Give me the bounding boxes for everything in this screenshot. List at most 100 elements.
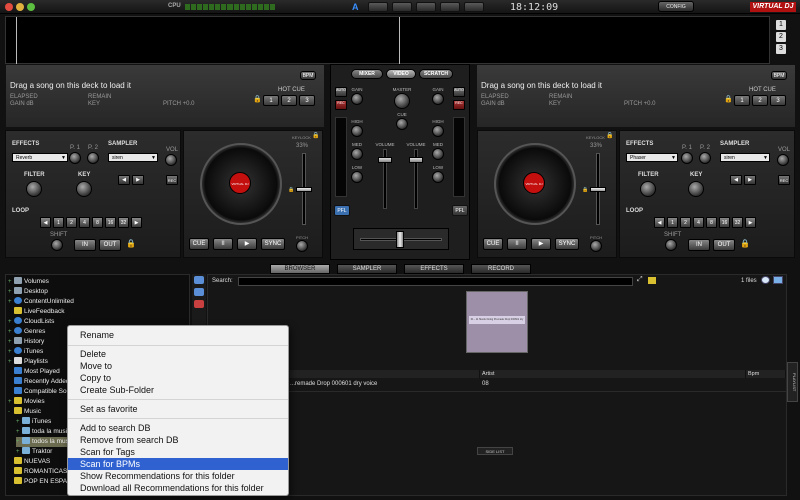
right-hotcue-1[interactable]: 1 <box>734 95 750 106</box>
tree-item[interactable]: NUEVAS <box>14 457 50 467</box>
crossfader-area[interactable] <box>353 228 449 250</box>
config-button[interactable]: CONFIG <box>658 1 694 12</box>
left-loop-1[interactable]: 1 <box>53 217 64 228</box>
tab-scratch[interactable]: SCRATCH <box>419 69 453 79</box>
right-cue-button[interactable]: CUE <box>483 238 503 250</box>
right-loop-lock-icon[interactable]: 🔒 <box>740 239 750 248</box>
left-cue-button[interactable]: CUE <box>189 238 209 250</box>
left-bpm-button[interactable]: BPM <box>300 71 316 80</box>
left-sampler-prev-button[interactable]: ◀ <box>118 175 130 185</box>
right-pitch-lock-icon[interactable]: 🔒 <box>582 187 588 193</box>
right-sync-button[interactable]: SYNC <box>555 238 579 250</box>
playlist-tab[interactable]: PLAYLIST <box>787 362 798 402</box>
tab-browser[interactable]: BROWSER <box>270 264 330 274</box>
tree-item[interactable]: - Music <box>8 407 41 417</box>
menu-item-download-recommendations[interactable]: Download all Recommendations for this fo… <box>68 482 288 494</box>
tree-item[interactable]: + toda la musica <box>16 427 74 437</box>
pfl-right-button[interactable]: PFL <box>452 205 468 216</box>
rec-button-left[interactable]: REC <box>335 100 347 110</box>
high-knob-right[interactable] <box>432 125 444 137</box>
right-bpm-button[interactable]: BPM <box>771 71 787 80</box>
left-platter[interactable]: VIRTUAL DJ <box>200 143 282 225</box>
left-key-knob[interactable] <box>76 181 92 197</box>
crossfader-cap[interactable] <box>396 231 404 248</box>
tree-item[interactable]: ROMANTICAS <box>14 467 67 477</box>
right-loop-next[interactable]: ▶ <box>745 217 756 228</box>
left-shift-knob[interactable] <box>51 239 63 251</box>
left-sampler-vol-knob[interactable] <box>165 154 177 166</box>
right-sampler-select[interactable]: siren <box>720 153 770 163</box>
tree-item[interactable]: + Playlists <box>8 357 48 367</box>
column-header-bpm[interactable]: Bpm <box>746 370 786 378</box>
low-knob-left[interactable] <box>351 171 363 183</box>
left-loop-8[interactable]: 8 <box>92 217 103 228</box>
left-deck-info[interactable]: Drag a song on this deck to load it BPM … <box>5 64 325 128</box>
auto-button-right[interactable]: AUTO <box>453 87 465 97</box>
left-filter-knob[interactable] <box>26 181 42 197</box>
right-keylock-icon[interactable]: 🔒 <box>606 132 613 139</box>
right-loop-in-button[interactable]: IN <box>688 239 710 251</box>
left-play-button[interactable]: ▶ <box>237 238 257 250</box>
left-hotcue-2[interactable]: 2 <box>281 95 297 106</box>
right-loop-8[interactable]: 8 <box>706 217 717 228</box>
minimize-window-button[interactable] <box>16 3 24 11</box>
tree-item[interactable]: + ContentUnlimited <box>8 297 74 307</box>
right-hotcue-3[interactable]: 3 <box>770 95 786 106</box>
tree-item[interactable]: + Volumes <box>8 277 49 287</box>
cover-view-icon[interactable] <box>761 276 770 284</box>
tree-item[interactable]: + Genres <box>8 327 45 337</box>
tree-item[interactable]: Recently Added <box>14 377 70 387</box>
left-p2-knob[interactable] <box>87 152 99 164</box>
right-effect-select[interactable]: Phaser <box>626 153 678 163</box>
close-window-button[interactable] <box>5 3 13 11</box>
high-knob-left[interactable] <box>351 125 363 137</box>
layout-button-1[interactable] <box>368 2 388 12</box>
menu-item-create-sub-folder[interactable]: Create Sub-Folder <box>68 384 288 396</box>
right-pitch-knob[interactable] <box>590 240 602 252</box>
left-sampler-rec-button[interactable]: REC <box>166 175 178 185</box>
right-loop-32[interactable]: 32 <box>732 217 743 228</box>
search-input[interactable] <box>238 277 633 286</box>
tab-mixer[interactable]: MIXER <box>351 69 383 79</box>
layout-button-2[interactable] <box>392 2 412 12</box>
right-loop-4[interactable]: 4 <box>693 217 704 228</box>
left-pitch-lock-icon[interactable]: 🔒 <box>288 187 294 193</box>
zoom-window-button[interactable] <box>27 3 35 11</box>
left-hotcue-3[interactable]: 3 <box>299 95 315 106</box>
left-loop-2[interactable]: 2 <box>66 217 77 228</box>
menu-item-show-recommendations[interactable]: Show Recommendations for this folder <box>68 470 288 482</box>
left-loop-out-button[interactable]: OUT <box>99 239 121 251</box>
add-filter-folder-icon[interactable] <box>194 300 204 308</box>
gain-knob-right[interactable] <box>432 93 444 105</box>
left-hotcue-lock-icon[interactable]: 🔒 <box>253 95 262 103</box>
right-sampler-rec-button[interactable]: REC <box>778 175 790 185</box>
right-deck-info[interactable]: Drag a song on this deck to load it BPM … <box>476 64 796 128</box>
right-sampler-prev-button[interactable]: ◀ <box>730 175 742 185</box>
layout-button-5[interactable] <box>464 2 484 12</box>
menu-item-add-search-db[interactable]: Add to search DB <box>68 422 288 434</box>
tree-item[interactable]: + History <box>8 337 44 347</box>
file-row-title[interactable]: ...remade Drop 000601 dry voice <box>290 381 377 387</box>
tree-item[interactable]: + CloudLists <box>8 317 54 327</box>
tab-video[interactable]: VIDEO <box>386 69 416 79</box>
volume-fader-right[interactable] <box>409 157 423 163</box>
right-loop-2[interactable]: 2 <box>680 217 691 228</box>
right-shift-knob[interactable] <box>665 239 677 251</box>
right-pause-button[interactable]: II <box>507 238 527 250</box>
right-platter[interactable]: VIRTUAL DJ <box>494 143 576 225</box>
right-loop-prev[interactable]: ◀ <box>654 217 665 228</box>
left-sampler-play-button[interactable]: ▶ <box>132 175 144 185</box>
tree-item[interactable]: + Desktop <box>8 287 48 297</box>
left-p1-knob[interactable] <box>69 152 81 164</box>
add-favorite-folder-icon[interactable] <box>194 276 204 284</box>
context-menu[interactable]: Rename Delete Move to Copy to Create Sub… <box>67 325 289 496</box>
menu-item-scan-tags[interactable]: Scan for Tags <box>68 446 288 458</box>
waveform-display[interactable] <box>5 16 770 65</box>
master-knob[interactable] <box>394 93 410 109</box>
left-loop-prev[interactable]: ◀ <box>40 217 51 228</box>
tree-item[interactable]: + Movies <box>8 397 45 407</box>
menu-item-remove-search-db[interactable]: Remove from search DB <box>68 434 288 446</box>
right-sampler-vol-knob[interactable] <box>777 154 789 166</box>
column-header-artist[interactable]: Artist <box>480 370 746 378</box>
tab-record[interactable]: RECORD <box>471 264 531 274</box>
